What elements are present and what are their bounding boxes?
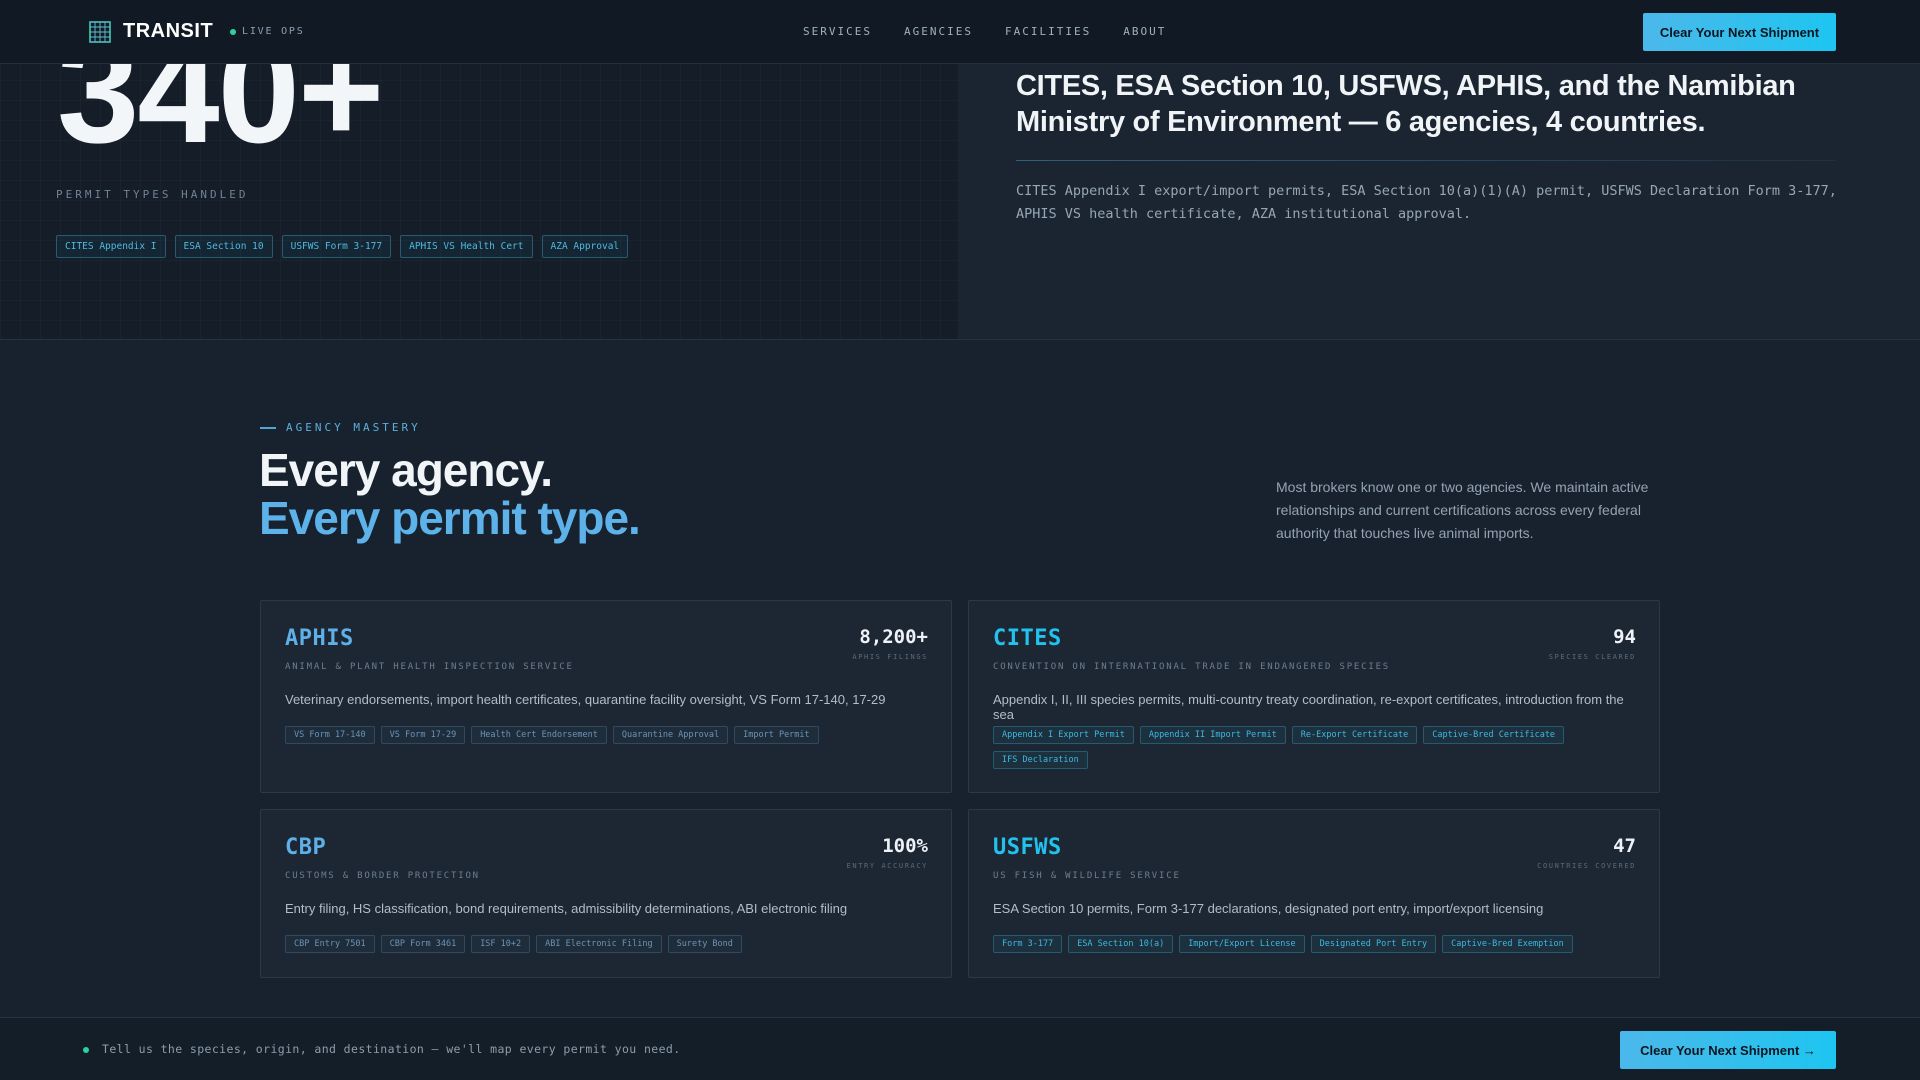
cta-message: Tell us the species, origin, and destina… [102,1042,681,1056]
permit-tag: ABI Electronic Filing [536,935,662,953]
agency-description: Appendix I, II, III species permits, mul… [993,692,1624,722]
permit-tag: VS Form 17-29 [380,726,466,744]
agency-tags: Appendix I Export Permit Appendix II Imp… [993,726,1643,769]
agency-tags: CBP Entry 7501 CBP Form 3461 ISF 10+2 AB… [285,935,935,953]
permit-tag: CBP Entry 7501 [285,935,375,953]
permit-tag: VS Form 17-140 [285,726,375,744]
permit-count-label: PERMIT TYPES HANDLED [56,188,249,201]
permit-tag: Captive-Bred Certificate [1423,726,1565,744]
permit-tag: IFS Declaration [993,751,1088,769]
permit-tag: CBP Form 3461 [380,935,466,953]
permit-tag: Import/Export License [1179,935,1305,953]
agency-stat-label: SPECIES CLEARED [1548,653,1636,661]
agency-full-name: CONVENTION ON INTERNATIONAL TRADE IN END… [993,662,1391,672]
clear-shipment-button[interactable]: Clear Your Next Shipment [1643,13,1836,51]
agency-stat-label: COUNTRIES COVERED [1537,862,1636,870]
permit-tag: Import Permit [734,726,819,744]
hero-tag: APHIS VS Health Cert [400,235,533,258]
hero-tag: USFWS Form 3-177 [281,235,392,258]
agency-description: Veterinary endorsements, import health c… [285,692,886,707]
hero-tag: CITES Appendix I [56,235,166,258]
permit-tag: ESA Section 10(a) [1068,935,1174,953]
hero-tag: ESA Section 10 [174,235,273,258]
nav-links: SERVICES AGENCIES FACILITIES ABOUT [803,25,1166,38]
live-dot-icon [230,28,236,35]
agency-name: CITES [993,626,1062,651]
section-description: Most brokers know one or two agencies. W… [1276,479,1649,541]
hero-tag: AZA Approval [541,235,629,258]
agency-description: ESA Section 10 permits, Form 3-177 decla… [993,901,1544,916]
permit-tag: Appendix I Export Permit [993,726,1134,744]
section-title-line2: Every permit type. [259,492,641,544]
agency-stat-label: APHIS FILINGS [852,653,928,661]
nav-link-services[interactable]: SERVICES [803,25,872,38]
eyebrow-text: AGENCY MASTERY [286,421,421,434]
nav-link-agencies[interactable]: AGENCIES [904,25,973,38]
hero-heading: CITES, ESA Section 10, USFWS, APHIS, and… [1016,70,1796,138]
agency-card-usfws: USFWS US FISH & WILDLIFE SERVICE 47 COUN… [968,809,1660,978]
agency-full-name: US FISH & WILDLIFE SERVICE [993,871,1181,881]
agency-card-cites: CITES CONVENTION ON INTERNATIONAL TRADE … [968,600,1660,793]
permit-tag: Surety Bond [667,935,742,953]
permit-tag: Quarantine Approval [612,726,729,744]
divider [1016,160,1836,161]
agency-full-name: CUSTOMS & BORDER PROTECTION [285,871,480,881]
agency-stat-label: ENTRY ACCURACY [846,862,928,870]
permit-tag: Designated Port Entry [1310,935,1437,953]
agency-name: APHIS [285,626,354,651]
brand-name: TRANSIT [123,20,214,42]
sticky-cta-bar: Tell us the species, origin, and destina… [0,1017,1920,1080]
hero-tags: CITES Appendix I ESA Section 10 USFWS Fo… [56,235,629,258]
agency-name: USFWS [993,835,1062,860]
permit-tag: ISF 10+2 [471,935,531,953]
brand[interactable]: TRANSIT [89,20,213,43]
agency-stat: 94 [1613,626,1636,648]
permit-tag: Appendix II Import Permit [1139,726,1286,744]
grid-logo-icon [89,20,111,43]
top-navigation: TRANSIT LIVE OPS SERVICES AGENCIES FACIL… [0,0,1920,64]
agency-card-cbp: CBP CUSTOMS & BORDER PROTECTION 100% ENT… [260,809,952,978]
agency-name: CBP [285,835,327,860]
permit-tag: Form 3-177 [993,935,1063,953]
eyebrow-line [260,426,276,429]
section-title: Every agency. Every permit type. [259,444,641,544]
nav-link-about[interactable]: ABOUT [1123,25,1166,38]
permit-tag: Re-Export Certificate [1291,726,1418,744]
live-label: LIVE OPS [242,26,305,37]
clear-shipment-bottom-button[interactable]: Clear Your Next Shipment → [1620,1031,1836,1069]
agency-stat: 100% [882,835,928,857]
agency-card-aphis: APHIS ANIMAL & PLANT HEALTH INSPECTION S… [260,600,952,793]
nav-link-facilities[interactable]: FACILITIES [1005,25,1091,38]
hero-description: CITES Appendix I export/import permits, … [1016,183,1837,222]
agency-stat: 47 [1613,835,1636,857]
permit-tag: Health Cert Endorsement [471,726,607,744]
status-dot-icon [83,1047,89,1053]
section-eyebrow: AGENCY MASTERY [260,421,421,434]
agency-full-name: ANIMAL & PLANT HEALTH INSPECTION SERVICE [285,662,574,672]
agency-description: Entry filing, HS classification, bond re… [285,901,848,916]
permit-tag: Captive-Bred Exemption [1442,935,1573,953]
live-status: LIVE OPS [230,26,305,37]
agency-stat: 8,200+ [859,626,928,648]
agency-tags: VS Form 17-140 VS Form 17-29 Health Cert… [285,726,935,744]
section-title-line1: Every agency. [259,444,553,496]
agency-tags: Form 3-177 ESA Section 10(a) Import/Expo… [993,935,1643,953]
